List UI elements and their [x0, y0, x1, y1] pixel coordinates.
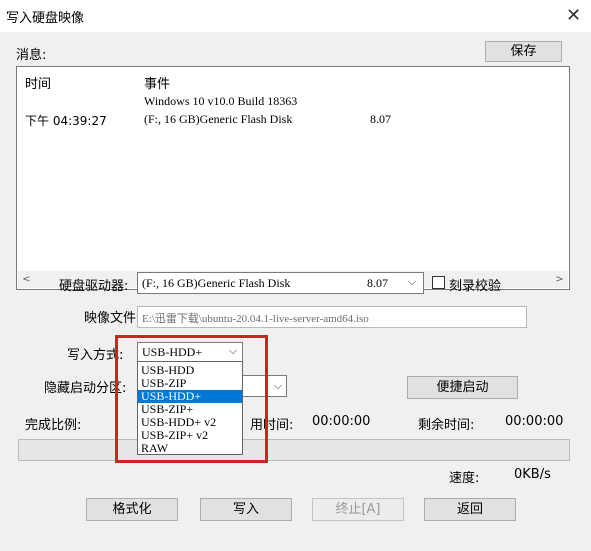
- chevron-down-icon: ⌵: [273, 379, 283, 392]
- highlight-annotation-box: [115, 335, 268, 463]
- back-button[interactable]: 返回: [424, 498, 516, 521]
- save-button[interactable]: 保存: [485, 41, 562, 62]
- log-extra-2: 8.07: [370, 112, 391, 126]
- progress-bar: [18, 439, 570, 461]
- complete-ratio-label: 完成比例:: [25, 418, 82, 433]
- log-time-2: 下午 04:39:27: [25, 114, 107, 128]
- messages-label: 消息:: [16, 48, 47, 63]
- image-file-field[interactable]: E:\迅雷下载\ubuntu-20.04.1-live-server-amd64…: [137, 306, 527, 328]
- remaining-value: 00:00:00: [505, 414, 564, 429]
- image-file-value: E:\迅雷下载\ubuntu-20.04.1-live-server-amd64…: [142, 313, 369, 325]
- drive-select-value: (F:, 16 GB)Generic Flash Disk: [142, 276, 291, 290]
- close-icon[interactable]: ✕: [556, 0, 591, 32]
- drive-select-version: 8.07: [367, 276, 388, 290]
- remaining-label: 剩余时间:: [418, 418, 475, 433]
- log-event-1: Windows 10 v10.0 Build 18363: [144, 94, 298, 108]
- quick-boot-button[interactable]: 便捷启动: [407, 376, 518, 399]
- drive-label: 硬盘驱动器:: [59, 279, 129, 294]
- elapsed-value: 00:00:00: [312, 414, 371, 429]
- verify-label: 刻录校验: [449, 279, 502, 294]
- write-disk-image-dialog: 消息: 保存 时间 事件 Windows 10 v10.0 Build 1836…: [0, 32, 591, 551]
- speed-label: 速度:: [449, 471, 480, 486]
- write-button[interactable]: 写入: [200, 498, 292, 521]
- title-bar: 写入硬盘映像 ✕: [0, 0, 591, 32]
- format-button[interactable]: 格式化: [86, 498, 178, 521]
- speed-value: 0KB/s: [514, 467, 551, 482]
- verify-checkbox[interactable]: [432, 276, 445, 289]
- image-file-label: 映像文件:: [84, 311, 141, 326]
- drive-select[interactable]: (F:, 16 GB)Generic Flash Disk 8.07 ⌵: [137, 272, 424, 294]
- message-log: 时间 事件 Windows 10 v10.0 Build 18363 下午 04…: [16, 66, 570, 290]
- chevron-down-icon: ⌵: [407, 275, 417, 288]
- abort-button[interactable]: 终止[A]: [312, 498, 404, 521]
- log-event-2: (F:, 16 GB)Generic Flash Disk: [144, 112, 293, 126]
- event-column-header: 事件: [144, 77, 171, 92]
- scroll-right-icon[interactable]: >: [551, 271, 568, 288]
- scroll-left-icon[interactable]: <: [18, 271, 35, 288]
- time-column-header: 时间: [25, 77, 52, 92]
- window-title: 写入硬盘映像: [6, 11, 85, 26]
